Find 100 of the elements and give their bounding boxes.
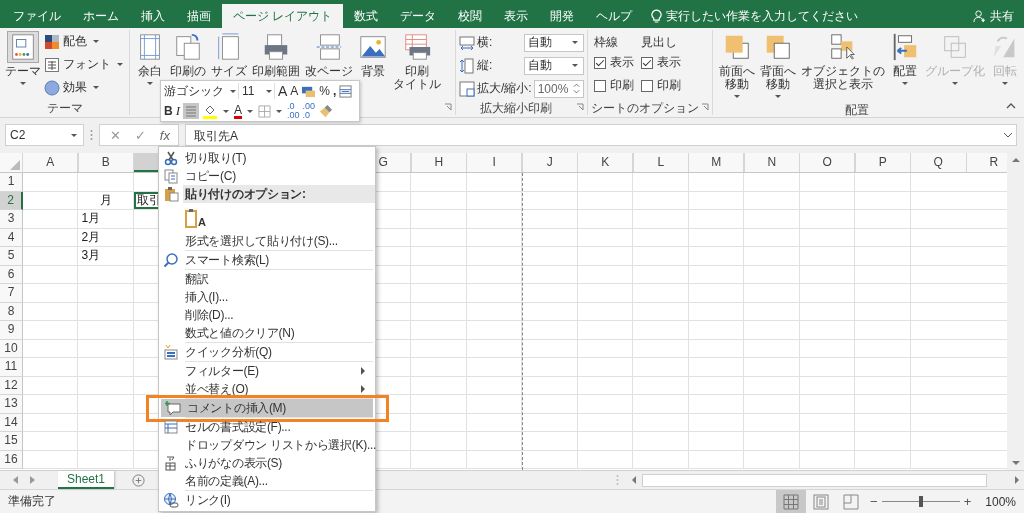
checkbox-label[interactable]: 印刷: [609, 77, 634, 94]
scroll-down-icon[interactable]: [1011, 461, 1020, 466]
increase-decimal-button[interactable]: .0 .00: [287, 102, 300, 120]
brush-icon[interactable]: [318, 103, 334, 119]
menu-item[interactable]: ふりがなの表示(S): [159, 454, 375, 472]
formula-field[interactable]: 取引先A: [185, 124, 1017, 146]
paste-option-button[interactable]: A: [183, 205, 208, 230]
fill-color-icon[interactable]: [202, 103, 218, 119]
column-header[interactable]: Q: [911, 153, 967, 172]
share-button[interactable]: 共有: [973, 4, 1014, 28]
ribbon-tab[interactable]: データ: [389, 4, 448, 28]
menu-item[interactable]: 挿入(I)...: [159, 288, 375, 306]
zoom-out-button[interactable]: −: [870, 494, 878, 509]
column-header[interactable]: H: [411, 153, 467, 172]
borders-icon[interactable]: [258, 104, 272, 118]
collapse-ribbon-icon[interactable]: [1006, 103, 1016, 109]
bold-button[interactable]: B: [164, 104, 173, 118]
checkbox[interactable]: [593, 79, 606, 92]
next-sheet-icon[interactable]: [30, 476, 36, 484]
ribbon-tab[interactable]: 表示: [493, 4, 540, 28]
checkbox-label[interactable]: 印刷: [656, 77, 681, 94]
row-header[interactable]: 15: [0, 432, 23, 451]
ribbon-tab[interactable]: ホーム: [72, 4, 130, 28]
dropdown-field[interactable]: 自動: [523, 33, 584, 52]
sheet-tab[interactable]: Sheet1: [58, 471, 115, 489]
ribbon-tab[interactable]: 数式: [343, 4, 390, 28]
menu-item[interactable]: スマート検索(L): [159, 251, 375, 269]
zoom-slider-thumb[interactable]: [918, 496, 923, 507]
row-header[interactable]: 9: [0, 321, 23, 340]
page-setup-button[interactable]: 印刷 タイトル: [391, 30, 443, 115]
shrink-font-button[interactable]: A: [290, 84, 299, 98]
add-sheet-icon[interactable]: [132, 473, 146, 487]
spinner-field[interactable]: 100%: [533, 79, 584, 98]
column-header[interactable]: A: [23, 153, 79, 172]
scroll-up-icon[interactable]: [1011, 157, 1020, 162]
ribbon-tab[interactable]: 開発: [539, 4, 586, 28]
grow-font-button[interactable]: A: [278, 83, 288, 99]
column-width-icon[interactable]: [339, 84, 353, 98]
percent-button[interactable]: %: [319, 84, 331, 98]
row-header[interactable]: 11: [0, 358, 23, 377]
dialog-launcher-icon[interactable]: [700, 103, 709, 111]
menu-item[interactable]: 形式を選択して貼り付け(S)...: [159, 232, 375, 250]
table-cell[interactable]: 月: [78, 191, 134, 209]
menu-item[interactable]: リンク(I): [159, 491, 375, 509]
checkbox[interactable]: [640, 56, 653, 69]
row-header[interactable]: 1: [0, 173, 23, 192]
previous-sheet-icon[interactable]: [12, 476, 18, 484]
column-header[interactable]: L: [633, 153, 689, 172]
scroll-left-icon[interactable]: [631, 476, 636, 484]
ribbon-tab[interactable]: 挿入: [130, 4, 176, 28]
dropdown-field[interactable]: 自動: [523, 56, 584, 75]
menu-item[interactable]: 並べ替え(O): [159, 380, 375, 398]
vertical-scrollbar[interactable]: [1007, 153, 1024, 470]
ribbon-tab[interactable]: 校閲: [447, 4, 494, 28]
column-header[interactable]: P: [855, 153, 911, 172]
italic-button[interactable]: I: [175, 103, 180, 119]
menu-item[interactable]: 名前の定義(A)...: [159, 472, 375, 490]
arrange-button[interactable]: 配置: [887, 30, 922, 102]
theme-option-button[interactable]: フォント: [44, 56, 126, 73]
column-header[interactable]: N: [744, 153, 800, 172]
theme-option-button[interactable]: 効果: [44, 79, 126, 96]
checkbox[interactable]: [593, 56, 606, 69]
zoom-in-button[interactable]: +: [963, 494, 972, 509]
menu-item[interactable]: 数式と値のクリア(N): [159, 324, 375, 342]
arrange-button[interactable]: 前面へ 移動: [716, 30, 757, 102]
table-cell[interactable]: 3月: [78, 247, 134, 265]
dialog-launcher-icon[interactable]: [575, 103, 584, 111]
row-header[interactable]: 3: [0, 210, 23, 229]
theme-option-button[interactable]: 配色: [44, 33, 126, 50]
menu-item[interactable]: 削除(D)...: [159, 306, 375, 324]
checkbox[interactable]: [640, 79, 653, 92]
column-header[interactable]: M: [689, 153, 745, 172]
column-header[interactable]: J: [522, 153, 578, 172]
tell-me-search[interactable]: 実行したい作業を入力してください: [651, 4, 859, 28]
font-color-button[interactable]: A: [234, 103, 243, 119]
font-size-field[interactable]: 11: [242, 83, 275, 99]
menu-item[interactable]: フィルター(E): [159, 362, 375, 380]
scroll-thumb[interactable]: [642, 473, 987, 487]
expand-icon[interactable]: [1003, 132, 1013, 138]
normal-view-button[interactable]: [776, 490, 807, 513]
arrange-button[interactable]: オブジェクトの 選択と表示: [798, 30, 887, 102]
ribbon-tab[interactable]: ヘルプ: [585, 4, 644, 28]
column-header[interactable]: I: [467, 153, 523, 172]
ribbon-tab[interactable]: 描画: [176, 4, 222, 28]
decrease-decimal-button[interactable]: .00 .0: [302, 102, 316, 120]
table-cell[interactable]: 2月: [78, 228, 134, 246]
menu-item[interactable]: セルの書式設定(F)...: [159, 418, 375, 436]
scroll-right-icon[interactable]: [1015, 476, 1020, 484]
row-header[interactable]: 5: [0, 247, 23, 266]
checkbox-label[interactable]: 表示: [656, 54, 681, 71]
name-box[interactable]: C2: [5, 124, 84, 146]
ribbon-tab[interactable]: ファイル: [2, 4, 72, 28]
column-header[interactable]: K: [578, 153, 634, 172]
ribbon-tab[interactable]: ページ レイアウト: [222, 4, 344, 28]
currency-icon[interactable]: [301, 84, 317, 98]
menu-item[interactable]: コメントの挿入(M): [161, 399, 373, 417]
row-header[interactable]: 7: [0, 284, 23, 303]
arrange-button[interactable]: 背面へ 移動: [757, 30, 798, 102]
column-header[interactable]: O: [800, 153, 856, 172]
zoom-level[interactable]: 100%: [985, 494, 1016, 509]
